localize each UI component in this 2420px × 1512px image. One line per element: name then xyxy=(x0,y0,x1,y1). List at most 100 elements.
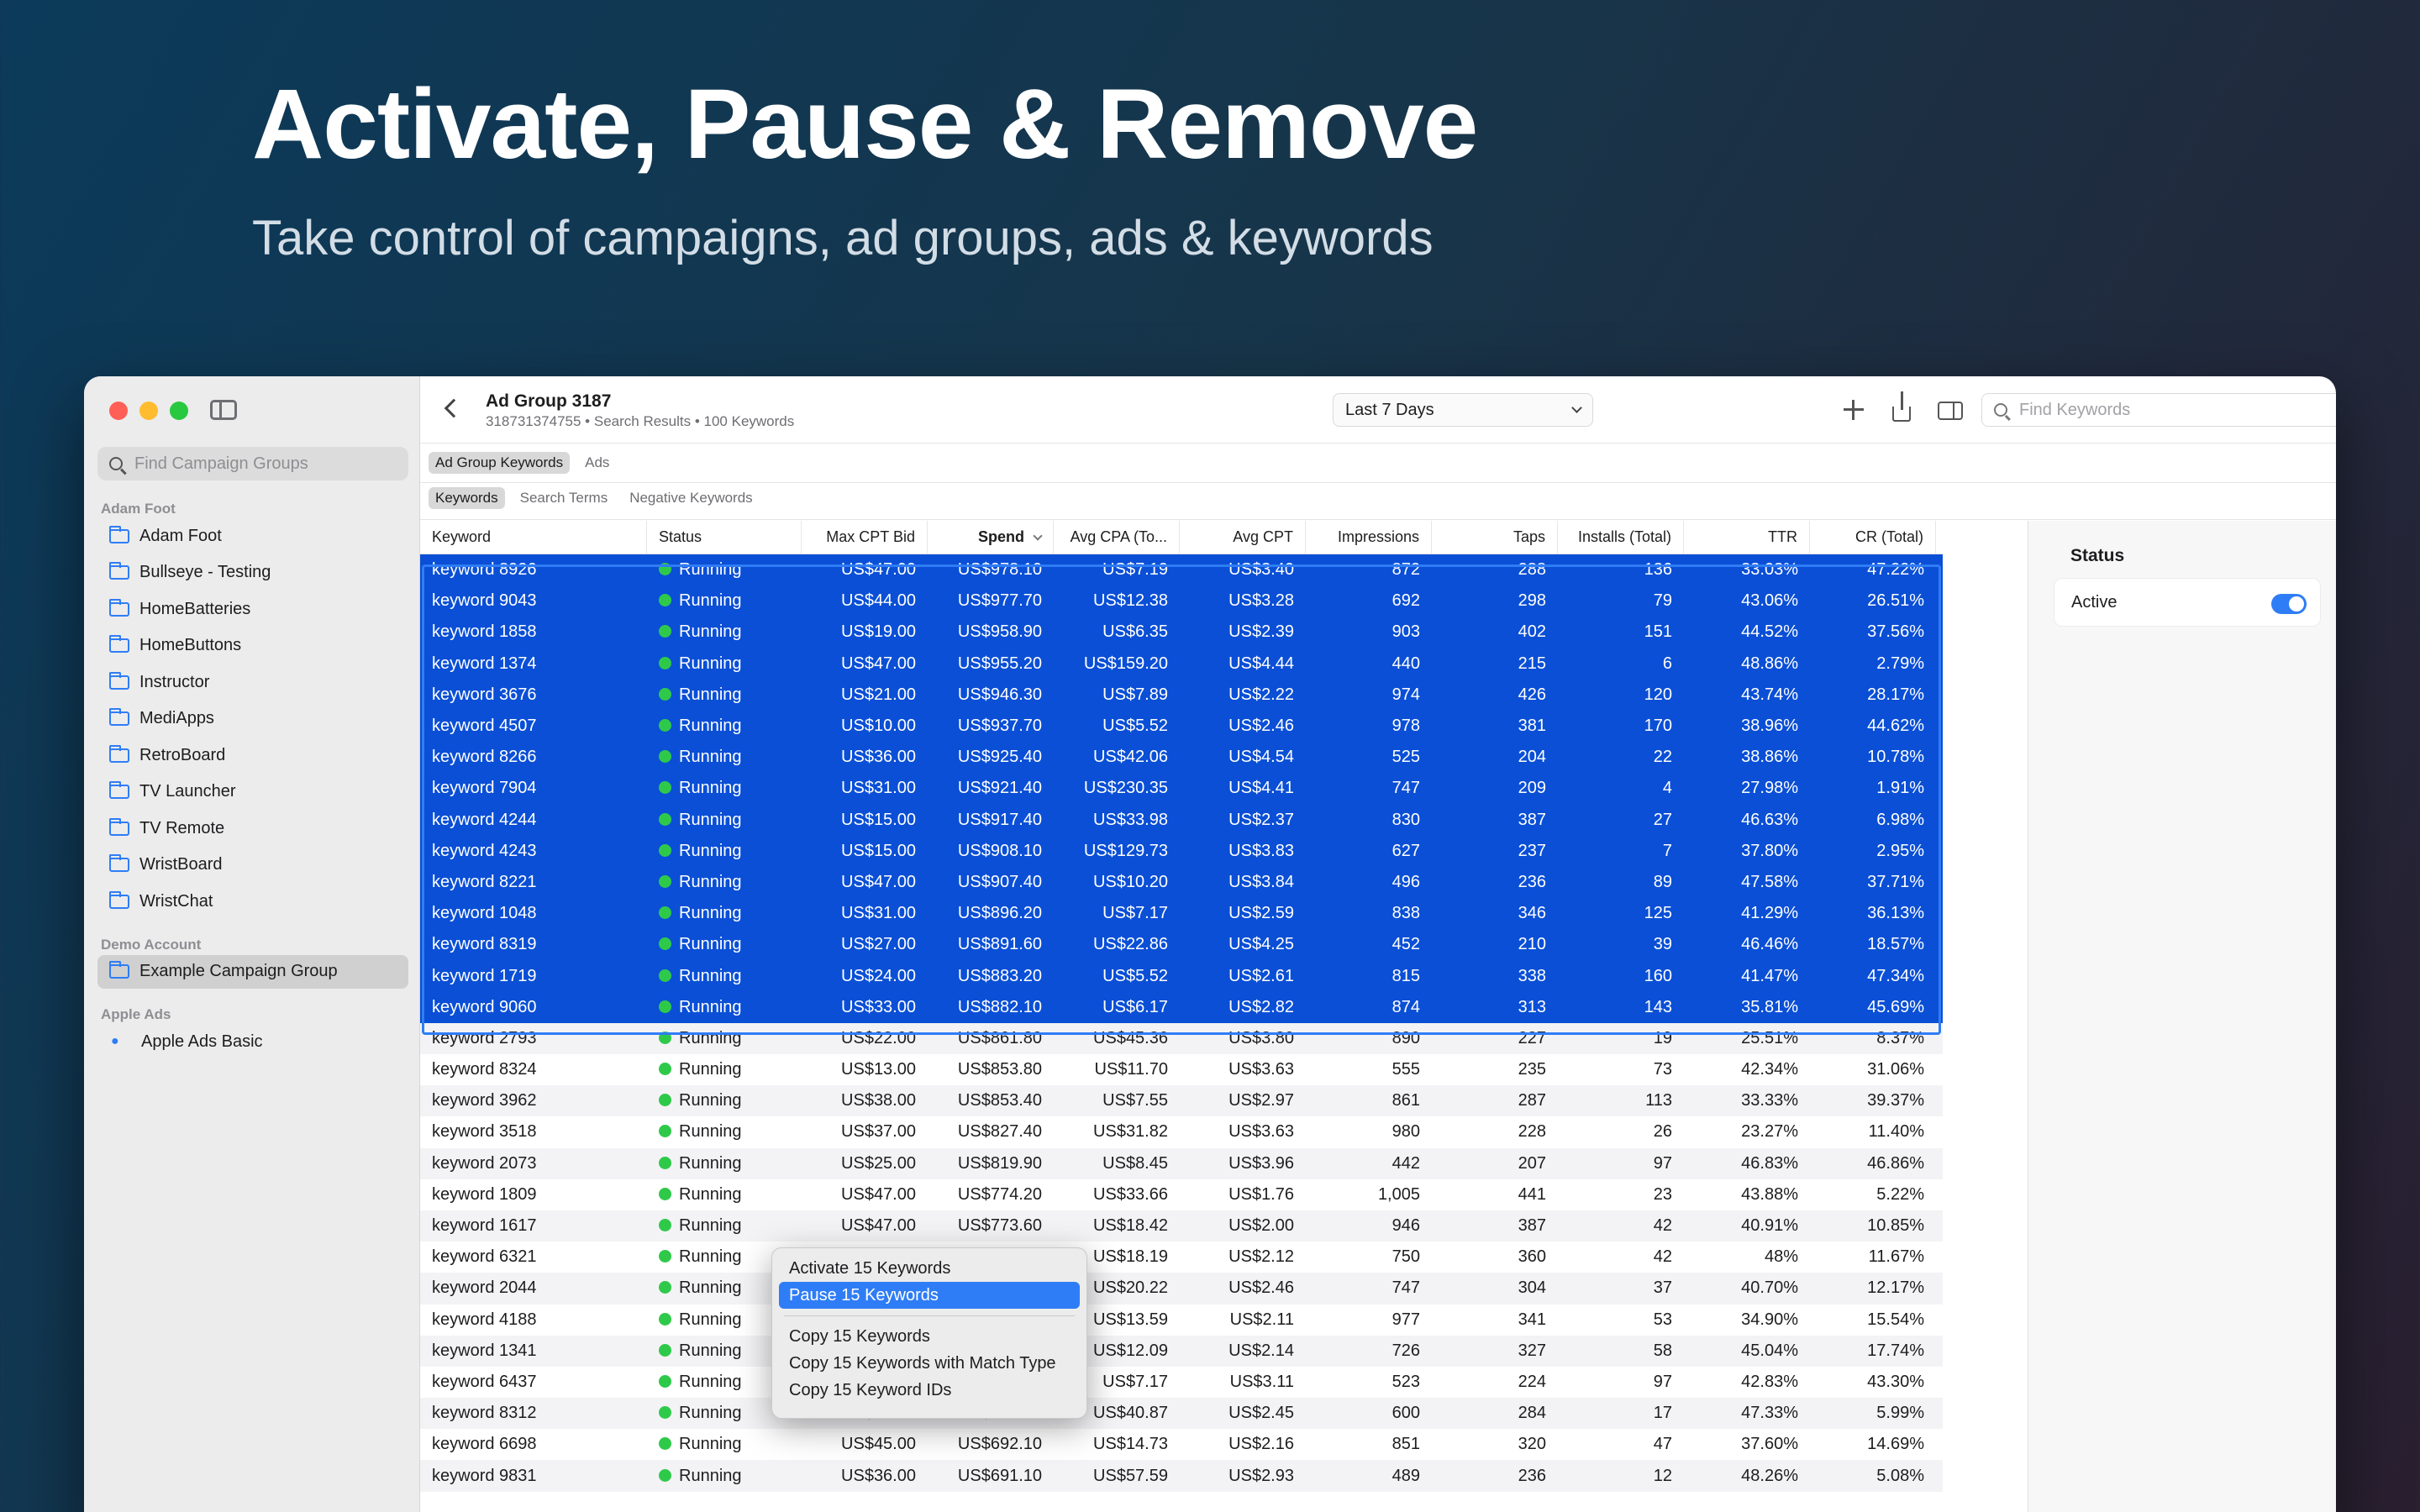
table-row[interactable]: keyword 4188RunningUS$47.00US$720.40US$1… xyxy=(420,1305,1943,1336)
campaign-group-search-input[interactable]: Find Campaign Groups xyxy=(97,447,408,480)
status-label: Running xyxy=(679,1091,742,1110)
sidebar-item-example-campaign-group[interactable]: Example Campaign Group xyxy=(97,954,408,989)
column-header-max-cpt-bid[interactable]: Max CPT Bid xyxy=(802,521,928,554)
sidebar-item-homebuttons[interactable]: HomeButtons xyxy=(97,629,408,663)
date-range-select[interactable]: Last 7 Days xyxy=(1333,393,1593,427)
menu-item-pause-15-keywords[interactable]: Pause 15 Keywords xyxy=(779,1282,1080,1309)
sidebar-toggle-icon[interactable] xyxy=(210,400,237,420)
tab-negative-keywords[interactable]: Negative Keywords xyxy=(623,487,759,509)
menu-item-copy-15-keywords[interactable]: Copy 15 Keywords xyxy=(779,1323,1080,1350)
cell-avg-cpa-to: US$129.73 xyxy=(1083,841,1168,860)
table-row[interactable]: keyword 9043 Running US$44.00 US$977.70 US$1… xyxy=(420,585,1943,617)
table-row[interactable]: keyword 3962 Running US$38.00 US$853.40 US$7… xyxy=(420,1085,1943,1117)
cell-taps: 228 xyxy=(1518,1122,1546,1142)
table-row[interactable]: keyword 4507 Running US$10.00 US$937.70 US$5… xyxy=(420,710,1943,743)
cell-spend: US$908.10 xyxy=(957,841,1042,860)
keyword-search-input[interactable]: Find Keywords xyxy=(1981,393,2336,427)
table-row[interactable]: keyword 9831 Running US$36.00 US$691.10 US$5… xyxy=(420,1460,1943,1492)
sidebar-item-adam-foot[interactable]: Adam Foot xyxy=(97,519,408,553)
table-row[interactable]: keyword 3676 Running US$21.00 US$946.30 US$7… xyxy=(420,679,1943,711)
cell-installs-total: 17 xyxy=(1653,1404,1672,1423)
cell-impressions: 747 xyxy=(1392,779,1420,798)
column-header-status[interactable]: Status xyxy=(647,521,802,554)
tab-keywords[interactable]: Keywords xyxy=(429,487,505,509)
table-row[interactable]: keyword 7904 Running US$31.00 US$921.40 US$2… xyxy=(420,773,1943,805)
table-row[interactable]: keyword 1341RunningUS$41.00US$701.20US$1… xyxy=(420,1335,1943,1367)
status-running-icon xyxy=(659,1063,671,1076)
column-header-keyword[interactable]: Keyword xyxy=(420,521,647,554)
cell-spend: US$774.20 xyxy=(957,1184,1042,1204)
table-row[interactable]: keyword 1048 Running US$31.00 US$896.20 US$7… xyxy=(420,898,1943,930)
column-header-ttr[interactable]: TTR xyxy=(1684,521,1810,554)
table-row[interactable]: keyword 8312RunningUS$47.00US$694.80US$4… xyxy=(420,1398,1943,1430)
column-header-spend[interactable]: Spend xyxy=(928,521,1054,554)
status-running-icon xyxy=(659,1281,671,1294)
cell-spend: US$907.40 xyxy=(957,872,1042,891)
table-row[interactable]: keyword 8324 Running US$13.00 US$853.80 US$1… xyxy=(420,1054,1943,1085)
table-row[interactable]: keyword 1809 Running US$47.00 US$774.20 US$3… xyxy=(420,1179,1943,1210)
table-row[interactable]: keyword 6437RunningUS$18.00US$695.80US$7… xyxy=(420,1367,1943,1398)
active-toggle[interactable] xyxy=(2271,594,2307,614)
cell-taps: 215 xyxy=(1518,654,1546,673)
cell-max-cpt-bid: US$31.00 xyxy=(841,779,916,798)
close-window-button[interactable] xyxy=(109,402,128,420)
back-button[interactable] xyxy=(444,398,464,418)
column-header-taps[interactable]: Taps xyxy=(1432,521,1558,554)
table-row[interactable]: keyword 9060 Running US$33.00 US$882.10 US$6… xyxy=(420,991,1943,1023)
table-row[interactable]: keyword 6321RunningUS$47.00US$763.90US$1… xyxy=(420,1242,1943,1273)
table-row[interactable]: keyword 6698 Running US$45.00 US$692.10 US$1… xyxy=(420,1429,1943,1460)
sidebar-item-bullseye-testing[interactable]: Bullseye - Testing xyxy=(97,556,408,590)
sidebar-item-wristboard[interactable]: WristBoard xyxy=(97,848,408,882)
table-row[interactable]: keyword 1617 Running US$47.00 US$773.60 US$1… xyxy=(420,1210,1943,1242)
menu-item-copy-15-keywords-with-match-type[interactable]: Copy 15 Keywords with Match Type xyxy=(779,1350,1080,1377)
tab-ads[interactable]: Ads xyxy=(578,452,616,474)
cell-taps: 284 xyxy=(1518,1404,1546,1423)
table-row[interactable]: keyword 4244 Running US$15.00 US$917.40 US$3… xyxy=(420,804,1943,836)
cell-spend: US$896.20 xyxy=(957,904,1042,923)
menu-item-copy-15-keyword-ids[interactable]: Copy 15 Keyword IDs xyxy=(779,1377,1080,1404)
sidebar-item-tv-remote[interactable]: TV Remote xyxy=(97,811,408,845)
table-row[interactable]: keyword 1858 Running US$19.00 US$958.90 US$6… xyxy=(420,617,1943,648)
cell-installs-total: 4 xyxy=(1662,779,1672,798)
sidebar-item-apple-ads-basic[interactable]: ● Apple Ads Basic xyxy=(97,1025,408,1058)
table-row[interactable]: keyword 4243 Running US$15.00 US$908.10 US$1… xyxy=(420,835,1943,867)
column-header-cr-total[interactable]: CR (Total) xyxy=(1810,521,1936,554)
sidebar-item-label: TV Launcher xyxy=(139,782,236,801)
table-row[interactable]: keyword 3518 Running US$37.00 US$827.40 US$3… xyxy=(420,1116,1943,1147)
share-icon[interactable] xyxy=(1892,391,1911,422)
zoom-window-button[interactable] xyxy=(170,402,188,420)
table-row[interactable]: keyword 8319 Running US$27.00 US$891.60 US$2… xyxy=(420,929,1943,961)
minimize-window-button[interactable] xyxy=(139,402,158,420)
cell-status: Running xyxy=(647,873,802,892)
sidebar-item-tv-launcher[interactable]: TV Launcher xyxy=(97,775,408,809)
sidebar-item-wristchat[interactable]: WristChat xyxy=(97,885,408,918)
table-row[interactable]: keyword 2073 Running US$25.00 US$819.90 US$8… xyxy=(420,1147,1943,1179)
status-running-icon xyxy=(659,1156,671,1169)
tab-ad-group-keywords[interactable]: Ad Group Keywords xyxy=(429,452,571,474)
column-header-avg-cpa-to[interactable]: Avg CPA (To... xyxy=(1054,521,1180,554)
cell-impressions: 496 xyxy=(1392,872,1420,891)
table-row[interactable]: keyword 2793 Running US$22.00 US$861.80 US$4… xyxy=(420,1022,1943,1054)
cell-taps: 402 xyxy=(1518,622,1546,642)
sidebar-item-instructor[interactable]: Instructor xyxy=(97,665,408,699)
table-row[interactable]: keyword 1374 Running US$47.00 US$955.20 US$1… xyxy=(420,648,1943,680)
cell-taps: 304 xyxy=(1518,1278,1546,1298)
cell-impressions: 874 xyxy=(1392,997,1420,1016)
menu-item-activate-15-keywords[interactable]: Activate 15 Keywords xyxy=(779,1255,1080,1282)
table-row[interactable]: keyword 8266 Running US$36.00 US$925.40 US$4… xyxy=(420,742,1943,774)
tab-search-terms[interactable]: Search Terms xyxy=(513,487,615,509)
inspector-toggle-icon[interactable] xyxy=(1938,402,1963,420)
table-row[interactable]: keyword 8221 Running US$47.00 US$907.40 US$1… xyxy=(420,866,1943,899)
sidebar-item-mediapps[interactable]: MediApps xyxy=(97,702,408,736)
sidebar-item-retroboard[interactable]: RetroBoard xyxy=(97,738,408,772)
column-header-avg-cpt[interactable]: Avg CPT xyxy=(1180,521,1306,554)
sidebar-item-homebatteries[interactable]: HomeBatteries xyxy=(97,592,408,626)
column-header-installs-total[interactable]: Installs (Total) xyxy=(1558,521,1684,554)
table-row[interactable]: keyword 1719 Running US$24.00 US$883.20 US$5… xyxy=(420,960,1943,992)
cell-status: Running xyxy=(647,842,802,861)
table-row[interactable]: keyword 8926 Running US$47.00 US$978.10 US$7… xyxy=(420,554,1943,586)
column-header-impressions[interactable]: Impressions xyxy=(1306,521,1432,554)
table-row[interactable]: keyword 2044RunningUS$31.00US$748.10US$2… xyxy=(420,1273,1943,1305)
add-icon[interactable] xyxy=(1840,396,1867,423)
cell-max-cpt-bid: US$10.00 xyxy=(841,717,916,736)
